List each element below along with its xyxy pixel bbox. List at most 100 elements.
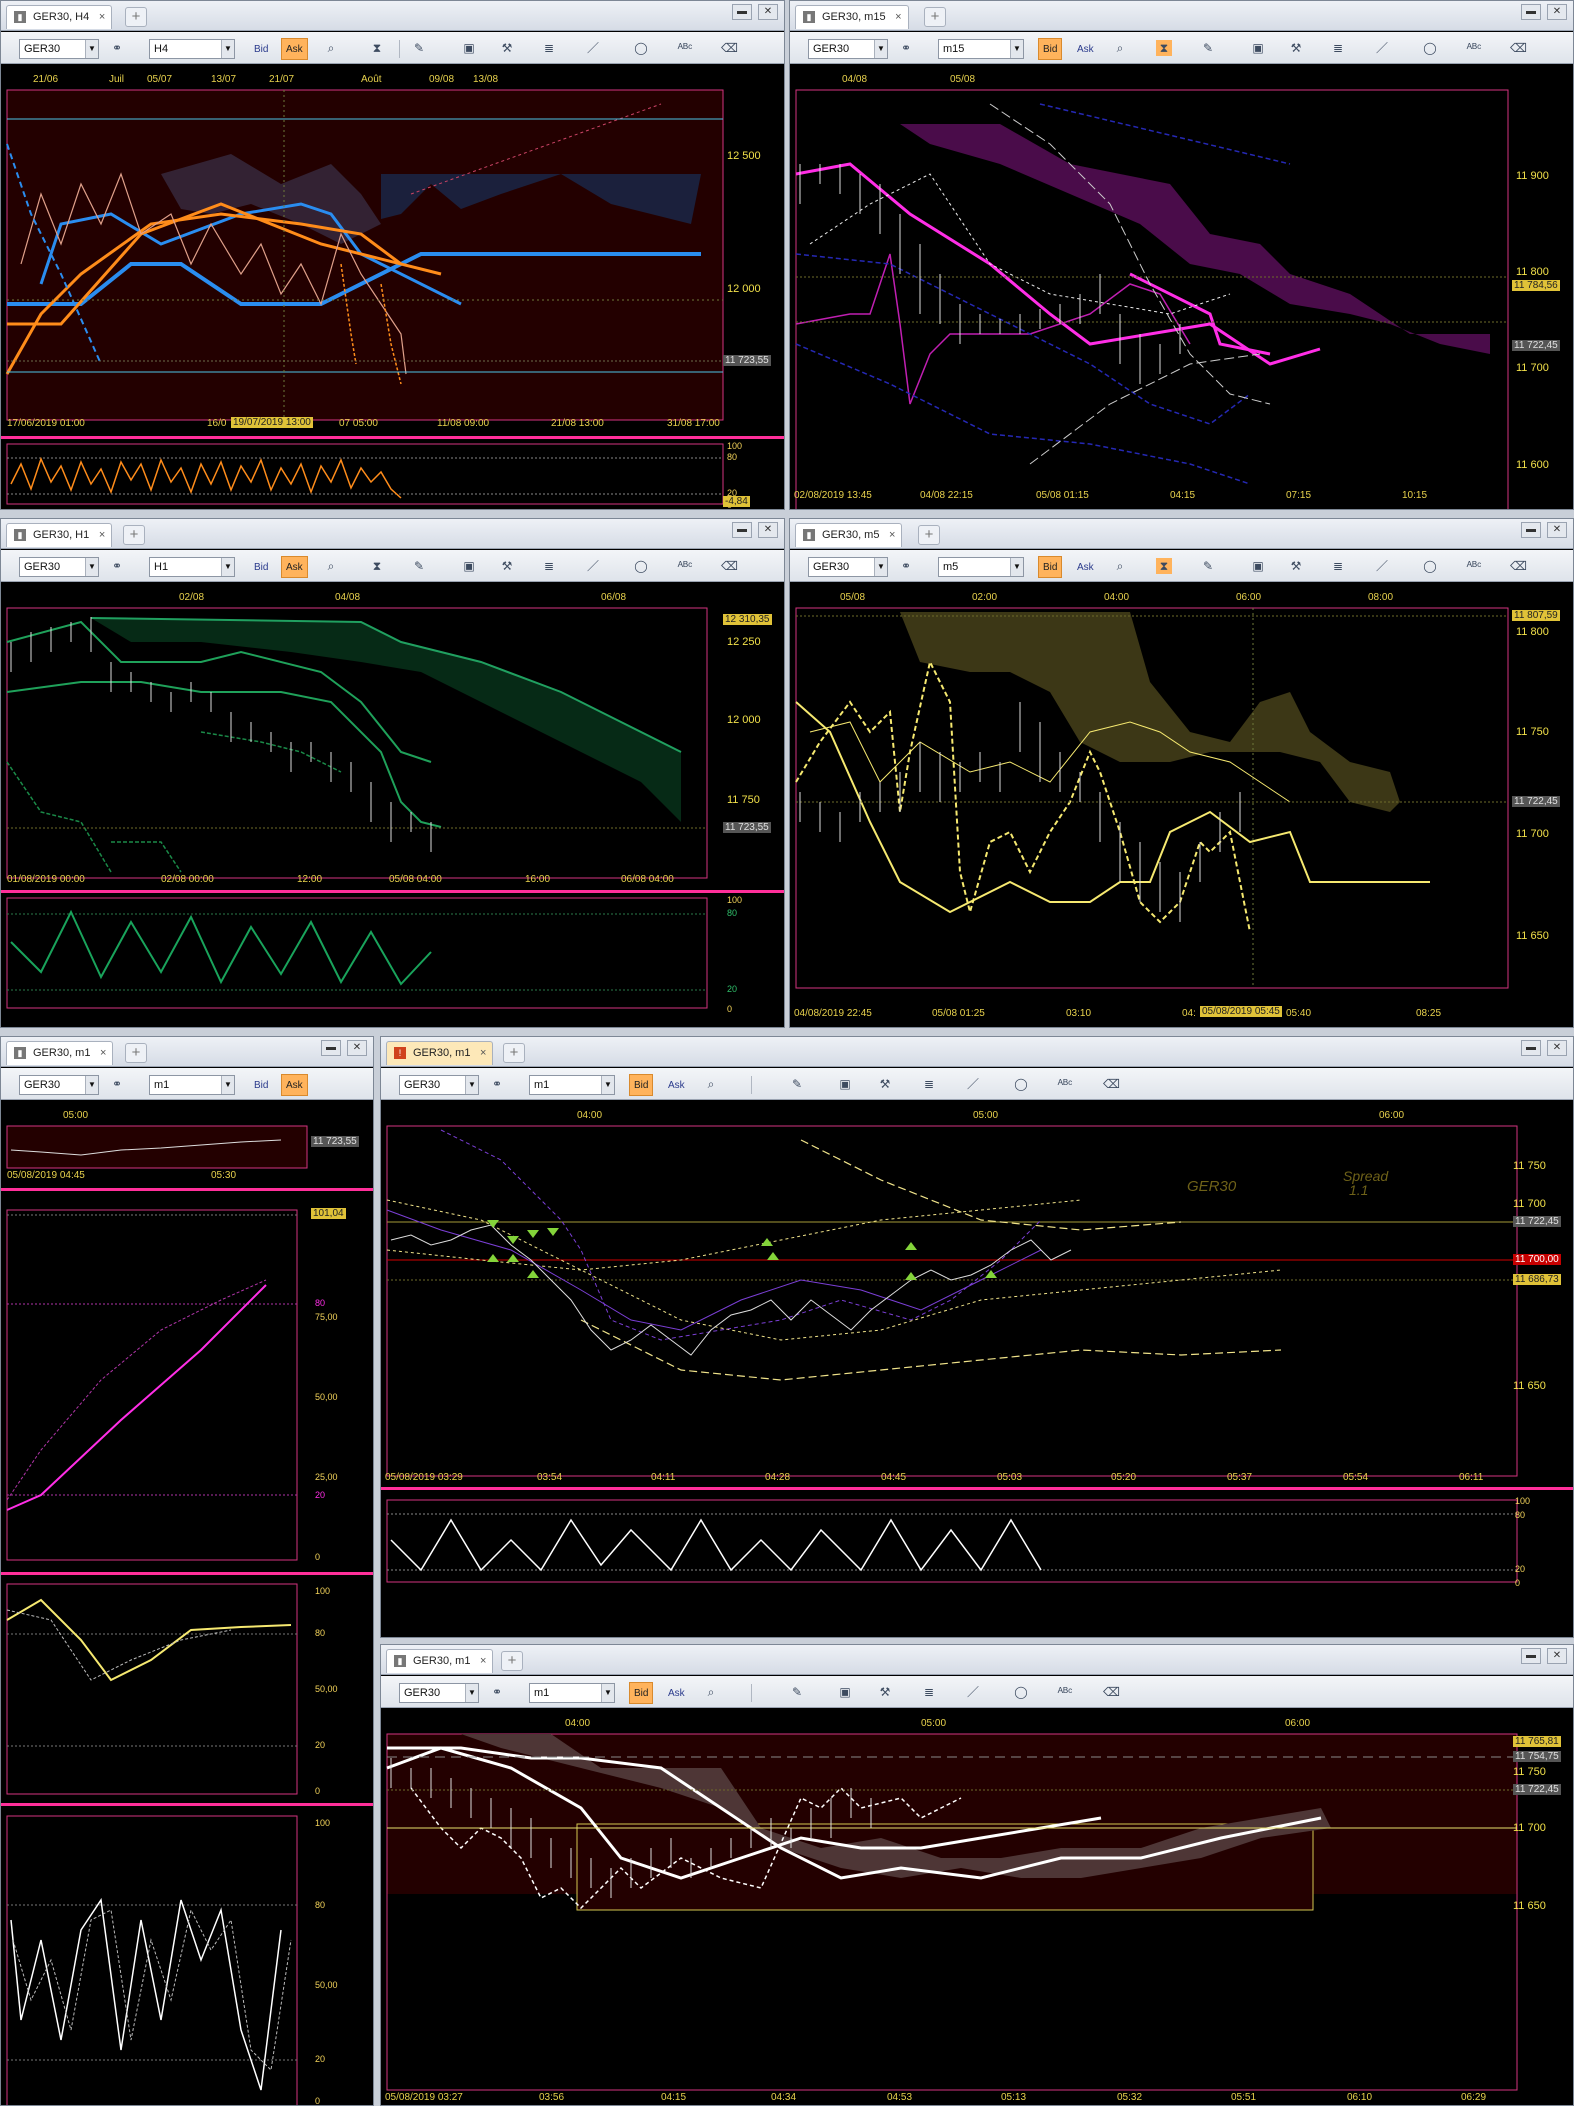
eraser-icon[interactable]: ⌫: [1103, 1684, 1120, 1700]
chart-window-m5[interactable]: ▮ GER30, m5 × + ▬ ✕ GER30 ▼ ⚭ m5 ▼ Bid Ask ⌕…: [789, 518, 1574, 1028]
close-window-button[interactable]: ✕: [1547, 4, 1567, 20]
symbol-select[interactable]: GER30 ▼: [808, 557, 888, 577]
symbol-select[interactable]: GER30 ▼: [808, 39, 888, 59]
close-tab-icon[interactable]: ×: [480, 1042, 486, 1064]
link-icon[interactable]: ⚭: [109, 40, 125, 56]
minimize-button[interactable]: ▬: [321, 1040, 341, 1056]
pencil-icon[interactable]: ✎: [789, 1076, 805, 1092]
text-tool-icon[interactable]: ᴬᴮᶜ: [1057, 1684, 1073, 1700]
zoom-icon[interactable]: ⌕: [703, 1684, 719, 1700]
list-icon[interactable]: ≣: [1330, 558, 1346, 574]
ask-button[interactable]: Ask: [281, 1074, 308, 1096]
text-tool-icon[interactable]: ᴬᴮᶜ: [677, 558, 693, 574]
zoom-icon[interactable]: ⌕: [1112, 558, 1128, 574]
autoscroll-icon[interactable]: ⧗: [1156, 558, 1172, 574]
ellipse-tool-icon[interactable]: ◯: [633, 558, 649, 574]
line-tool-icon[interactable]: ／: [585, 40, 601, 56]
symbol-select[interactable]: GER30 ▼: [399, 1075, 479, 1095]
bid-button[interactable]: Bid: [249, 38, 273, 60]
line-tool-icon[interactable]: ／: [585, 558, 601, 574]
minimize-button[interactable]: ▬: [732, 522, 752, 538]
line-tool-icon[interactable]: ／: [965, 1076, 981, 1092]
chart-window-m1-main[interactable]: ! GER30, m1 × + ▬ ✕ GER30 ▼ ⚭ m1 ▼ Bid Ask ⌕…: [380, 1036, 1574, 1638]
chart-area[interactable]: 04:00 05:00 06:00 11 765,81 11 754,75 11…: [381, 1708, 1573, 2105]
timeframe-select[interactable]: H4 ▼: [149, 39, 235, 59]
close-window-button[interactable]: ✕: [347, 1040, 367, 1056]
zoom-icon[interactable]: ⌕: [323, 40, 339, 56]
pencil-icon[interactable]: ✎: [1200, 558, 1216, 574]
close-tab-icon[interactable]: ×: [99, 6, 105, 28]
chart-tab[interactable]: ▮ GER30, m1 ×: [386, 1649, 494, 1673]
timeframe-select[interactable]: m5 ▼: [938, 557, 1024, 577]
close-window-button[interactable]: ✕: [1547, 1040, 1567, 1056]
eraser-icon[interactable]: ⌫: [1103, 1076, 1120, 1092]
chart-window-m15[interactable]: ▮ GER30, m15 × + ▬ ✕ GER30 ▼ ⚭ m15 ▼ Bid Ask…: [789, 0, 1574, 510]
chart-window-h1[interactable]: ▮ GER30, H1 × + ▬ ✕ GER30 ▼ ⚭ H1 ▼ Bid Ask ⌕…: [0, 518, 785, 1028]
tools-icon[interactable]: ⚒: [1288, 40, 1304, 56]
autoscroll-icon[interactable]: ⧗: [369, 558, 385, 574]
tools-icon[interactable]: ⚒: [499, 558, 515, 574]
ellipse-tool-icon[interactable]: ◯: [1422, 40, 1438, 56]
bid-button[interactable]: Bid: [629, 1682, 654, 1704]
line-tool-icon[interactable]: ／: [1374, 40, 1390, 56]
link-icon[interactable]: ⚭: [489, 1076, 505, 1092]
ellipse-tool-icon[interactable]: ◯: [1013, 1684, 1029, 1700]
text-tool-icon[interactable]: ᴬᴮᶜ: [1057, 1076, 1073, 1092]
close-tab-icon[interactable]: ×: [895, 6, 901, 28]
ask-button[interactable]: Ask: [281, 556, 308, 578]
tools-icon[interactable]: ⚒: [499, 40, 515, 56]
link-icon[interactable]: ⚭: [898, 558, 914, 574]
bid-button[interactable]: Bid: [1038, 556, 1063, 578]
chart-window-h4[interactable]: ▮ GER30, H4 × + ▬ ✕ GER30 ▼ ⚭ H4 ▼ Bid Ask ⌕…: [0, 0, 785, 510]
symbol-select[interactable]: GER30 ▼: [19, 557, 99, 577]
tools-icon[interactable]: ⚒: [877, 1684, 893, 1700]
list-icon[interactable]: ≣: [541, 40, 557, 56]
zoom-icon[interactable]: ⌕: [1112, 40, 1128, 56]
text-tool-icon[interactable]: ᴬᴮᶜ: [1466, 40, 1482, 56]
close-window-button[interactable]: ✕: [758, 522, 778, 538]
chart-area[interactable]: 05/08 02:00 04:00 06:00 08:00 11 807,59 …: [790, 582, 1573, 1027]
bid-button[interactable]: Bid: [249, 556, 273, 578]
add-tab-button[interactable]: +: [918, 525, 940, 545]
eraser-icon[interactable]: ⌫: [721, 558, 738, 574]
tools-icon[interactable]: ⚒: [877, 1076, 893, 1092]
timeframe-select[interactable]: m15 ▼: [938, 39, 1024, 59]
add-tab-button[interactable]: +: [501, 1651, 523, 1671]
add-tab-button[interactable]: +: [924, 7, 946, 27]
chart-tab[interactable]: ▮ GER30, m15 ×: [795, 5, 909, 29]
ask-button[interactable]: Ask: [663, 1682, 690, 1704]
chart-area[interactable]: 04/08 05/08 11 900 11 800 11 700 11 600 …: [790, 64, 1573, 509]
minimize-button[interactable]: ▬: [1521, 1040, 1541, 1056]
close-window-button[interactable]: ✕: [758, 4, 778, 20]
close-tab-icon[interactable]: ×: [889, 524, 895, 546]
close-tab-icon[interactable]: ×: [99, 524, 105, 546]
bid-button[interactable]: Bid: [249, 1074, 273, 1096]
list-icon[interactable]: ≣: [1330, 40, 1346, 56]
image-icon[interactable]: ▣: [461, 40, 477, 56]
ask-button[interactable]: Ask: [1072, 556, 1099, 578]
chart-area[interactable]: 21/06 Juil 05/07 13/07 21/07 Août 09/08 …: [1, 64, 784, 509]
timeframe-select[interactable]: H1 ▼: [149, 557, 235, 577]
ellipse-tool-icon[interactable]: ◯: [1422, 558, 1438, 574]
timeframe-select[interactable]: m1 ▼: [529, 1683, 615, 1703]
minimize-button[interactable]: ▬: [1521, 1648, 1541, 1664]
add-tab-button[interactable]: +: [503, 1043, 525, 1063]
chart-area[interactable]: 04:00 05:00 06:00 GER30 Spread 1.1 11 75…: [381, 1100, 1573, 1637]
symbol-select[interactable]: GER30 ▼: [399, 1683, 479, 1703]
symbol-select[interactable]: GER30 ▼: [19, 39, 99, 59]
list-icon[interactable]: ≣: [921, 1076, 937, 1092]
chart-tab-active[interactable]: ! GER30, m1 ×: [386, 1041, 494, 1065]
close-window-button[interactable]: ✕: [1547, 1648, 1567, 1664]
bid-button[interactable]: Bid: [1038, 38, 1063, 60]
chart-area[interactable]: 02/08 04/08 06/08 12 310,35 12 250 12 00…: [1, 582, 784, 1027]
pencil-icon[interactable]: ✎: [1200, 40, 1216, 56]
ask-button[interactable]: Ask: [281, 38, 308, 60]
image-icon[interactable]: ▣: [837, 1684, 853, 1700]
link-icon[interactable]: ⚭: [489, 1684, 505, 1700]
minimize-button[interactable]: ▬: [732, 4, 752, 20]
pencil-icon[interactable]: ✎: [411, 558, 427, 574]
chart-area[interactable]: 05:00 11 723,55 05/08/2019 04:45 05:30 1…: [1, 1100, 373, 2105]
add-tab-button[interactable]: +: [123, 525, 145, 545]
zoom-icon[interactable]: ⌕: [323, 558, 339, 574]
line-tool-icon[interactable]: ／: [965, 1684, 981, 1700]
